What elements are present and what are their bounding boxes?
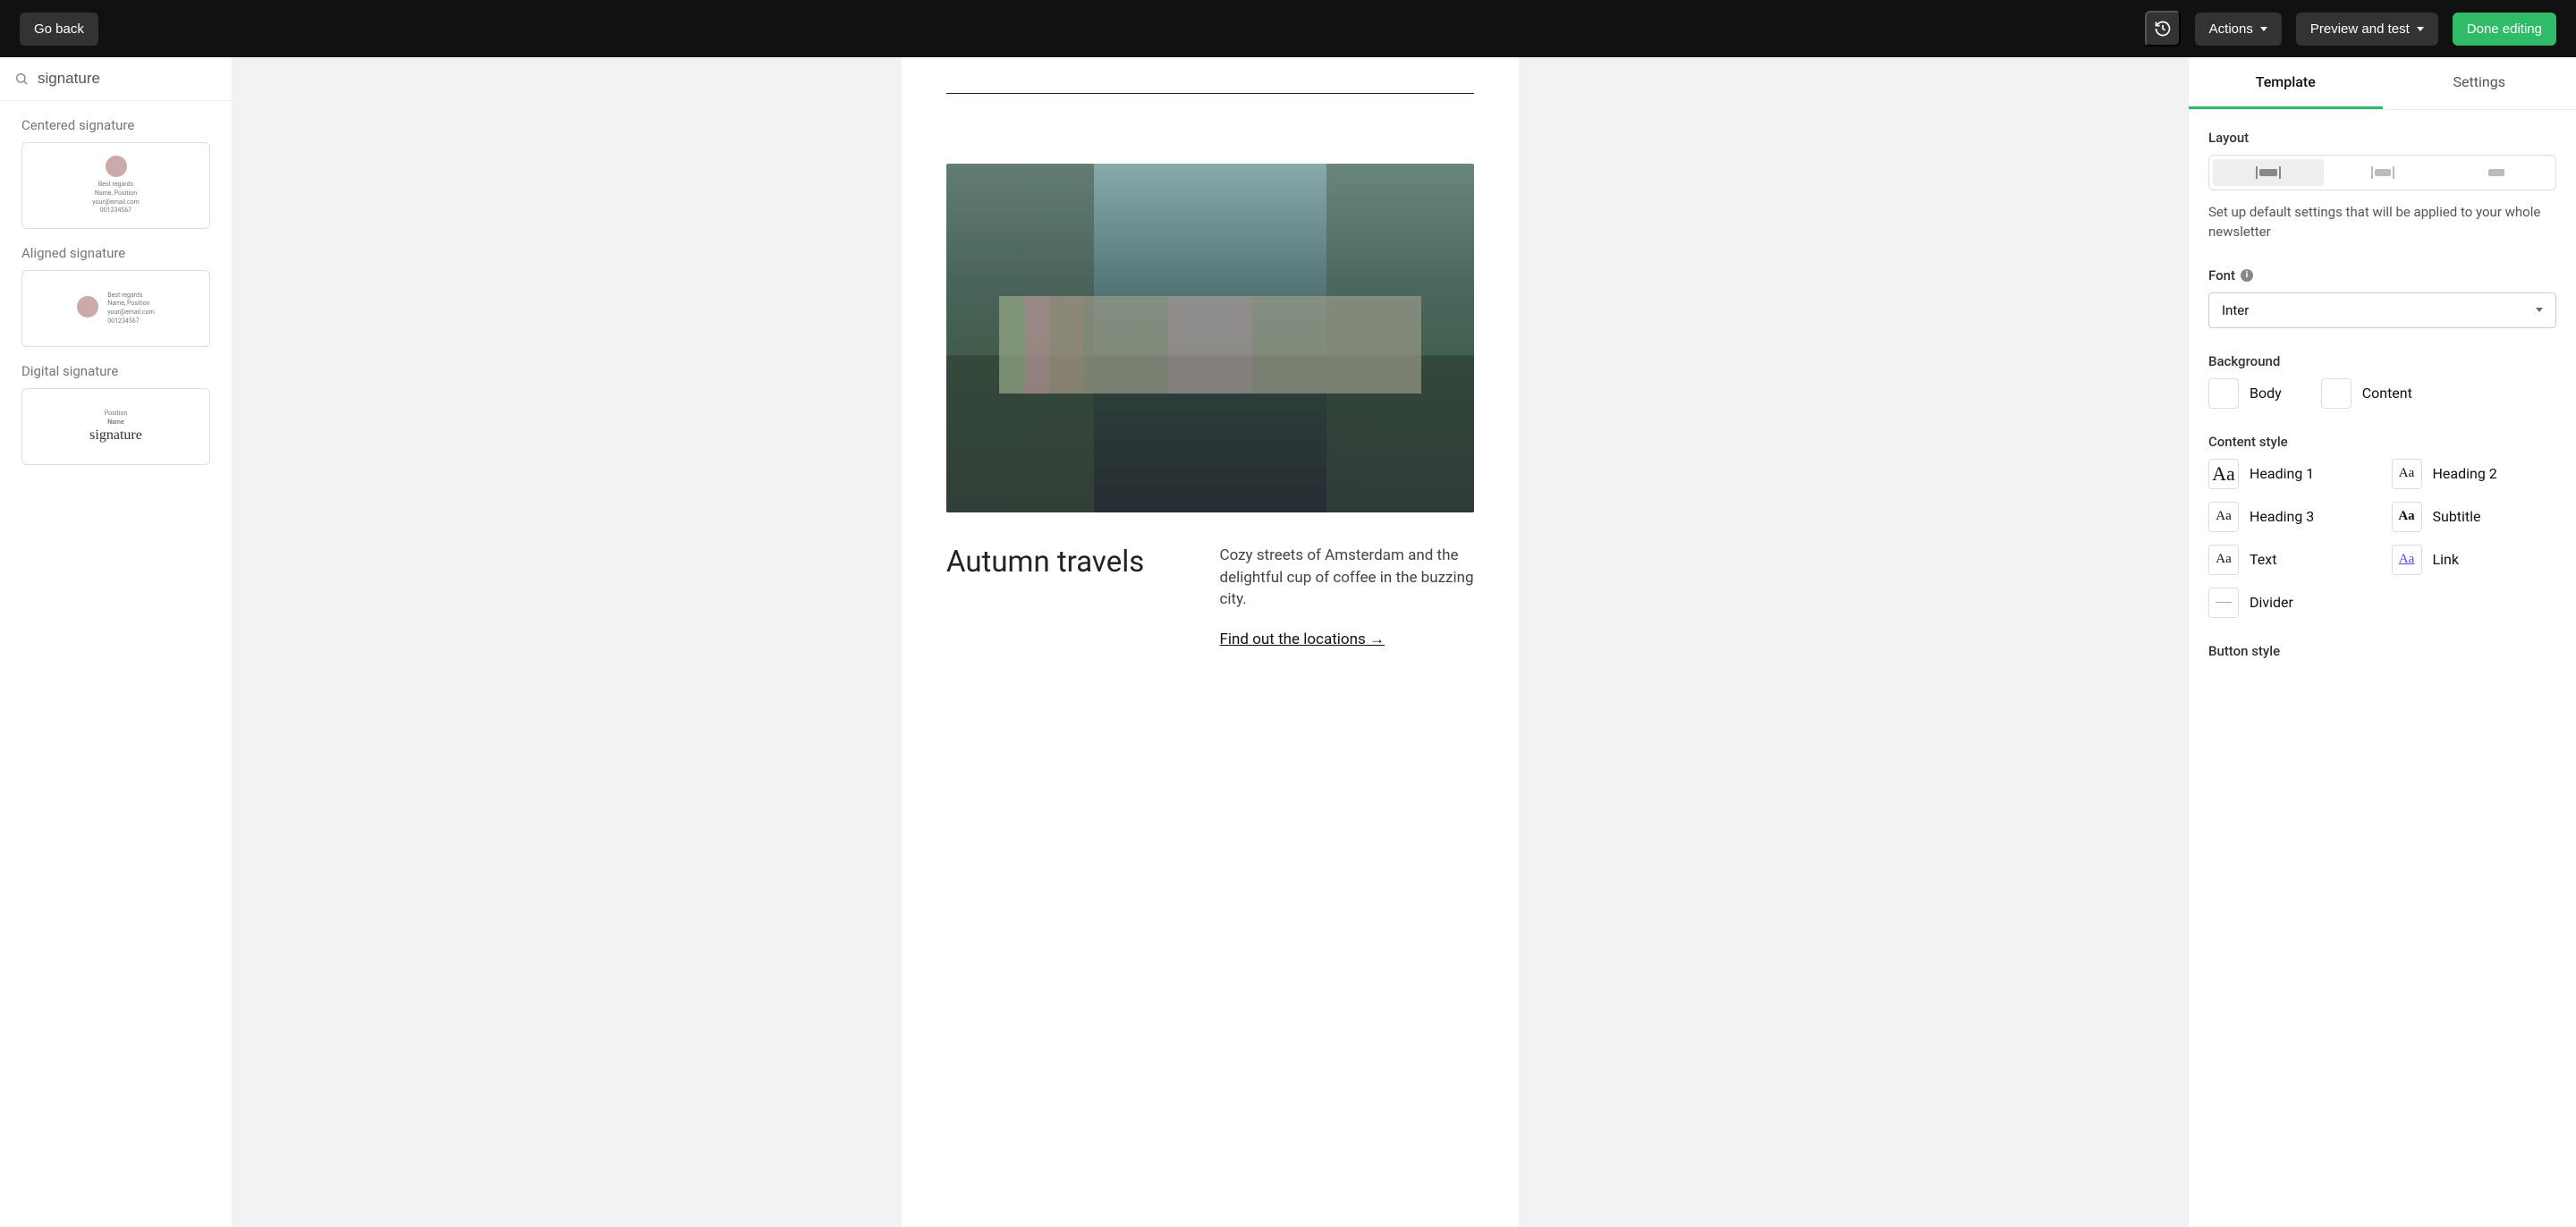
bg-content-label: Content bbox=[2362, 385, 2412, 402]
history-button[interactable] bbox=[2145, 11, 2181, 47]
signature-preview: Position Name bbox=[105, 410, 128, 427]
block-aligned-signature[interactable]: Best regards Name, Position your@email.c… bbox=[21, 270, 210, 347]
font-value: Inter bbox=[2222, 302, 2249, 318]
signature-preview: Best regards Name, Position your@email.c… bbox=[107, 292, 154, 326]
body-color-swatch[interactable] bbox=[2208, 378, 2239, 409]
block-label: Aligned signature bbox=[21, 245, 210, 261]
style-text[interactable]: Aa bbox=[2208, 545, 2239, 575]
content-style-label: Content style bbox=[2208, 434, 2556, 450]
editor-canvas[interactable]: Autumn travels Cozy streets of Amsterdam… bbox=[233, 57, 2188, 1227]
chevron-down-icon bbox=[2536, 308, 2543, 312]
done-editing-button[interactable]: Done editing bbox=[2453, 13, 2556, 46]
font-label: Font i bbox=[2208, 267, 2556, 283]
style-heading1[interactable]: Aa bbox=[2208, 459, 2239, 489]
avatar bbox=[77, 296, 98, 317]
preview-label: Preview and test bbox=[2310, 21, 2410, 37]
chevron-down-icon bbox=[2417, 27, 2424, 31]
content-link[interactable]: Find out the locations → bbox=[1220, 630, 1385, 648]
background-label: Background bbox=[2208, 353, 2556, 369]
content-paragraph[interactable]: Cozy streets of Amsterdam and the deligh… bbox=[1220, 545, 1475, 611]
search-icon bbox=[14, 72, 29, 86]
button-style-label: Button style bbox=[2208, 643, 2556, 659]
script-signature: signature bbox=[89, 427, 142, 444]
chevron-down-icon bbox=[2260, 27, 2267, 31]
font-select[interactable]: Inter bbox=[2208, 292, 2556, 328]
bg-body-label: Body bbox=[2250, 385, 2282, 402]
block-centered-signature[interactable]: Best regards Name, Position your@email.c… bbox=[21, 142, 210, 229]
layout-segmented bbox=[2208, 155, 2556, 190]
content-heading[interactable]: Autumn travels bbox=[946, 545, 1184, 648]
blocks-sidebar: ✕ Centered signature Best regards Name, … bbox=[0, 57, 233, 1227]
preview-button[interactable]: Preview and test bbox=[2296, 13, 2438, 46]
divider bbox=[946, 93, 1474, 94]
go-back-button[interactable]: Go back bbox=[20, 13, 98, 46]
info-icon[interactable]: i bbox=[2241, 269, 2253, 282]
signature-preview: Best regards Name, Position your@email.c… bbox=[92, 181, 139, 216]
layout-help-text: Set up default settings that will be app… bbox=[2208, 203, 2556, 242]
style-heading2[interactable]: Aa bbox=[2392, 459, 2422, 489]
block-digital-signature[interactable]: Position Name signature bbox=[21, 388, 210, 465]
style-divider[interactable] bbox=[2208, 588, 2239, 618]
layout-label: Layout bbox=[2208, 130, 2556, 146]
hero-image[interactable] bbox=[946, 164, 1474, 512]
layout-option-wide[interactable] bbox=[2213, 159, 2324, 186]
tab-settings[interactable]: Settings bbox=[2383, 57, 2576, 109]
search-input[interactable] bbox=[38, 70, 233, 88]
email-body: Autumn travels Cozy streets of Amsterdam… bbox=[902, 57, 1519, 1227]
history-icon bbox=[2154, 20, 2172, 38]
avatar bbox=[106, 156, 127, 177]
block-label: Centered signature bbox=[21, 117, 210, 133]
layout-option-narrow[interactable] bbox=[2441, 159, 2552, 186]
block-label: Digital signature bbox=[21, 363, 210, 379]
actions-button[interactable]: Actions bbox=[2195, 13, 2282, 46]
settings-sidebar: Template Settings Layout Set up default … bbox=[2188, 57, 2576, 1227]
style-heading3[interactable]: Aa bbox=[2208, 502, 2239, 532]
layout-option-medium[interactable] bbox=[2327, 159, 2438, 186]
content-color-swatch[interactable] bbox=[2321, 378, 2351, 409]
actions-label: Actions bbox=[2209, 21, 2253, 37]
style-link[interactable]: Aa bbox=[2392, 545, 2422, 575]
search-wrap: ✕ bbox=[0, 57, 232, 101]
tab-template[interactable]: Template bbox=[2189, 57, 2383, 109]
style-subtitle[interactable]: Aa bbox=[2392, 502, 2422, 532]
